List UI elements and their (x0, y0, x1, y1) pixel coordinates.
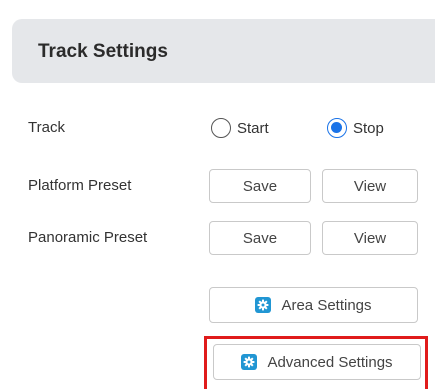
track-label: Track (28, 119, 65, 136)
track-settings-panel: Track Settings Track Start Stop Platform… (0, 0, 435, 389)
platform-preset-label: Platform Preset (28, 177, 132, 194)
panoramic-preset-label: Panoramic Preset (28, 229, 148, 246)
radio-unchecked-icon (211, 118, 231, 138)
track-stop-radio[interactable]: Stop (327, 118, 384, 138)
panel-title: Track Settings (38, 41, 168, 62)
panel-header: Track Settings (12, 19, 435, 83)
highlight-box (204, 336, 428, 389)
area-settings-button[interactable]: Area Settings (209, 287, 418, 323)
radio-label-start: Start (237, 119, 269, 137)
track-start-radio[interactable]: Start (211, 118, 269, 138)
platform-preset-view-button[interactable]: View (322, 169, 418, 203)
platform-preset-save-button[interactable]: Save (209, 169, 311, 203)
gear-icon (255, 297, 272, 313)
radio-label-stop: Stop (353, 119, 384, 137)
radio-checked-icon (327, 118, 347, 138)
panoramic-preset-save-button[interactable]: Save (209, 221, 311, 255)
area-settings-label: Area Settings (281, 296, 372, 314)
panoramic-preset-view-button[interactable]: View (322, 221, 418, 255)
